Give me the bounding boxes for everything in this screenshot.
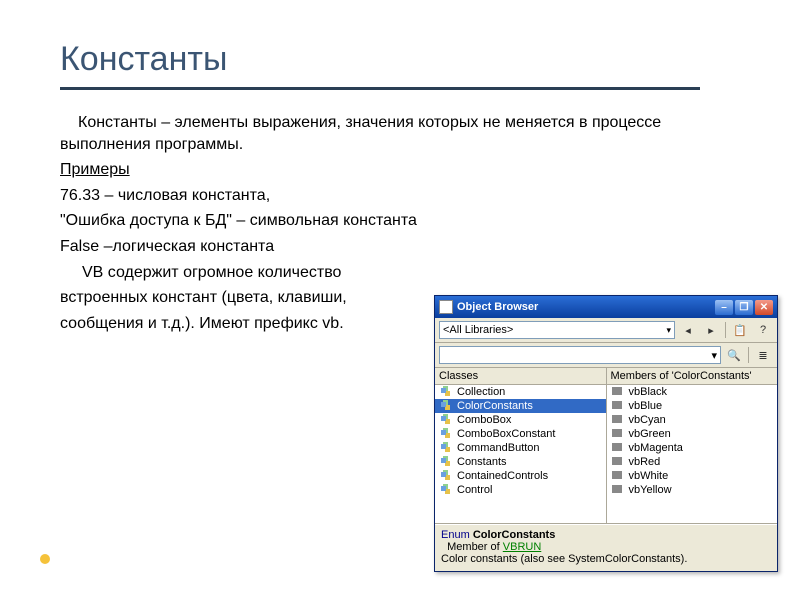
detail-name: ColorConstants xyxy=(473,529,556,541)
list-item-label: vbGreen xyxy=(629,428,671,440)
forward-button[interactable]: ▸ xyxy=(701,321,721,339)
class-icon xyxy=(439,386,453,398)
list-item[interactable]: Collection xyxy=(435,385,606,399)
object-browser-window: Object Browser – ❐ ✕ <All Libraries> ▾ ◂… xyxy=(434,295,778,572)
library-select[interactable]: <All Libraries> ▾ xyxy=(439,321,675,339)
constant-icon xyxy=(611,428,625,440)
list-item-label: ColorConstants xyxy=(457,400,533,412)
library-select-value: <All Libraries> xyxy=(443,324,513,336)
list-item-label: vbMagenta xyxy=(629,442,683,454)
chevron-down-icon: ▾ xyxy=(711,349,717,362)
constant-icon xyxy=(611,386,625,398)
detail-keyword: Enum xyxy=(441,529,470,541)
detail-pane: Enum ColorConstants Member of VBRUN Colo… xyxy=(435,524,777,571)
list-item-label: Constants xyxy=(457,456,507,468)
list-item-label: vbRed xyxy=(629,456,661,468)
list-item[interactable]: ContainedControls xyxy=(435,469,606,483)
constant-icon xyxy=(611,400,625,412)
example-2: "Ошибка доступа к БД" – символьная конст… xyxy=(60,210,740,232)
detail-library-link[interactable]: VBRUN xyxy=(503,541,542,553)
object-browser-toolbar: <All Libraries> ▾ ◂ ▸ 📋 ? xyxy=(435,318,777,343)
detail-description: Color constants (also see SystemColorCon… xyxy=(441,553,771,565)
detail-line-2: Member of VBRUN xyxy=(441,541,771,553)
list-item[interactable]: vbMagenta xyxy=(607,441,778,455)
list-item-label: vbWhite xyxy=(629,470,669,482)
class-icon xyxy=(439,442,453,454)
minimize-button[interactable]: – xyxy=(715,300,733,315)
classes-list[interactable]: Collection ColorConstants ComboBox ComboBox… xyxy=(435,385,606,523)
class-icon xyxy=(439,484,453,496)
list-item-label: Control xyxy=(457,484,492,496)
class-icon xyxy=(439,470,453,482)
detail-member-of-label: Member of xyxy=(447,541,500,553)
search-input[interactable]: ▾ xyxy=(439,346,721,364)
list-item-label: vbBlue xyxy=(629,400,663,412)
list-item[interactable]: vbCyan xyxy=(607,413,778,427)
list-item-label: ContainedControls xyxy=(457,470,548,482)
list-item[interactable]: ComboBoxConstant xyxy=(435,427,606,441)
list-item-label: ComboBox xyxy=(457,414,511,426)
list-item-label: Collection xyxy=(457,386,505,398)
class-icon xyxy=(439,456,453,468)
members-header: Members of 'ColorConstants' xyxy=(607,368,778,385)
detail-line-1: Enum ColorConstants xyxy=(441,529,771,541)
constant-icon xyxy=(611,484,625,496)
help-button[interactable]: ? xyxy=(753,321,773,339)
back-button[interactable]: ◂ xyxy=(678,321,698,339)
slide-title: Константы xyxy=(60,40,740,79)
classes-pane: Classes Collection ColorConstants ComboBox… xyxy=(435,368,606,523)
list-item[interactable]: vbYellow xyxy=(607,483,778,497)
list-item-label: vbBlack xyxy=(629,386,668,398)
constant-icon xyxy=(611,414,625,426)
constant-icon xyxy=(611,470,625,482)
close-button[interactable]: ✕ xyxy=(755,300,773,315)
list-item[interactable]: vbGreen xyxy=(607,427,778,441)
examples-label: Примеры xyxy=(60,159,740,181)
members-pane: Members of 'ColorConstants' vbBlack vbBlu… xyxy=(606,368,778,523)
list-item[interactable]: vbRed xyxy=(607,455,778,469)
example-1: 76.33 – числовая константа, xyxy=(60,185,740,207)
toolbar-separator xyxy=(725,322,726,338)
list-item-label: ComboBoxConstant xyxy=(457,428,555,440)
constant-icon xyxy=(611,456,625,468)
class-icon xyxy=(439,428,453,440)
list-item[interactable]: CommandButton xyxy=(435,441,606,455)
list-item[interactable]: Constants xyxy=(435,455,606,469)
list-item[interactable]: Control xyxy=(435,483,606,497)
copy-button[interactable]: 📋 xyxy=(730,321,750,339)
object-browser-panes: Classes Collection ColorConstants ComboBox… xyxy=(435,368,777,524)
object-browser-title: Object Browser xyxy=(457,301,538,313)
object-browser-searchbar: ▾ 🔍 ≣ xyxy=(435,343,777,368)
toolbar-separator xyxy=(748,347,749,363)
object-browser-titlebar[interactable]: Object Browser – ❐ ✕ xyxy=(435,296,777,318)
list-item[interactable]: ComboBox xyxy=(435,413,606,427)
title-underline xyxy=(60,87,700,90)
body-line-4: VB содержит огромное количество xyxy=(60,262,740,284)
list-item-label: CommandButton xyxy=(457,442,540,454)
classes-header: Classes xyxy=(435,368,606,385)
example-3: False –логическая константа xyxy=(60,236,740,258)
chevron-down-icon: ▾ xyxy=(666,325,671,336)
maximize-button[interactable]: ❐ xyxy=(735,300,753,315)
class-icon xyxy=(439,400,453,412)
object-browser-app-icon xyxy=(439,300,453,314)
bullet-dot-icon xyxy=(40,554,50,564)
list-item-label: vbYellow xyxy=(629,484,672,496)
list-item[interactable]: ColorConstants xyxy=(435,399,606,413)
class-icon xyxy=(439,414,453,426)
search-button[interactable]: 🔍 xyxy=(724,346,744,364)
list-item-label: vbCyan xyxy=(629,414,666,426)
members-list[interactable]: vbBlack vbBlue vbCyan vbGreen vbMagenta vbRed… xyxy=(607,385,778,523)
list-item[interactable]: vbBlue xyxy=(607,399,778,413)
list-item[interactable]: vbWhite xyxy=(607,469,778,483)
list-item[interactable]: vbBlack xyxy=(607,385,778,399)
show-search-results-button[interactable]: ≣ xyxy=(753,346,773,364)
constant-icon xyxy=(611,442,625,454)
definition-text: Константы – элементы выражения, значения… xyxy=(60,112,740,155)
